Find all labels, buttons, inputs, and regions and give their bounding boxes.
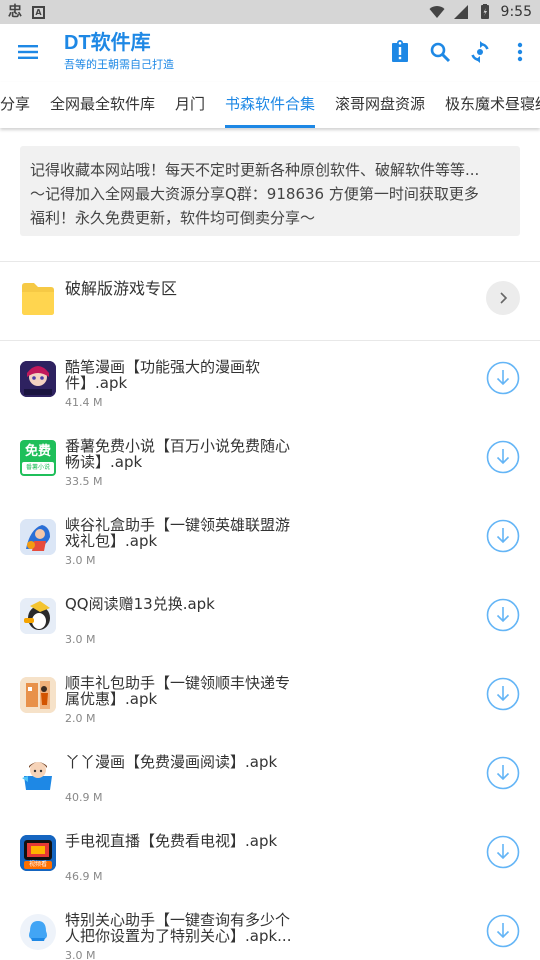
- file-name: 手电视直播【免费看电视】.apk: [65, 833, 315, 849]
- tab-label: 滚哥网盘资源: [335, 95, 426, 113]
- folder-icon: [22, 283, 54, 315]
- refresh-icon: [471, 41, 489, 63]
- file-name: 酷笔漫画【功能强大的漫画软 件】.apk: [65, 359, 315, 391]
- tab-label: 书森软件合集: [225, 95, 316, 113]
- tab-yuemen[interactable]: 月门: [175, 82, 205, 128]
- tab-label: 月门: [175, 95, 206, 113]
- signal-icon: [453, 5, 468, 19]
- file-name-line: 顺丰礼包助手【一键领顺丰快递专: [65, 674, 291, 692]
- file-name: 顺丰礼包助手【一键领顺丰快递专 属优惠】.apk: [65, 675, 315, 707]
- icon-caption: 免费: [24, 444, 51, 459]
- file-name-line: 属优惠】.apk: [65, 690, 158, 708]
- download-icon[interactable]: [486, 519, 520, 553]
- search-icon: [430, 42, 451, 63]
- app-bar: DT软件库 吾等的王朝需自己打造: [0, 24, 540, 82]
- yaya-comic-app-icon: [20, 756, 56, 792]
- file-row[interactable]: 特别关心助手【一键查询有多少个 人把你设置为了特别关心】.apk... 3.0 …: [0, 894, 540, 960]
- file-name-line: 件】.apk: [65, 374, 128, 392]
- file-name: 峡谷礼盒助手【一键领英雄联盟游 戏礼包】.apk: [65, 517, 315, 549]
- more-button[interactable]: [506, 38, 534, 66]
- file-name-line: 戏礼包】.apk: [65, 532, 158, 550]
- tab-all-software[interactable]: 全网最全软件库: [50, 82, 155, 128]
- file-name-line: QQ阅读赠13兑换.apk: [65, 595, 215, 613]
- app-title: DT软件库: [64, 32, 151, 54]
- notice-line: ～记得加入全网最大资源分享Q群：918636 方便第一时间获取更多: [30, 185, 479, 203]
- file-name: QQ阅读赠13兑换.apk: [65, 596, 315, 612]
- file-name-line: 特别关心助手【一键查询有多少个: [65, 911, 291, 929]
- file-name-line: 酷笔漫画【功能强大的漫画软: [65, 358, 261, 376]
- tab-label: 全网最全软件库: [50, 95, 156, 113]
- file-size: 3.0 M: [65, 633, 96, 646]
- file-size: 2.0 M: [65, 712, 96, 725]
- qq-care-app-icon: [20, 914, 56, 950]
- tab-share[interactable]: 分享: [0, 82, 30, 128]
- folder-row[interactable]: 破解版游戏专区: [0, 262, 540, 340]
- tab-gunge[interactable]: 滚哥网盘资源: [335, 82, 425, 128]
- file-size: 40.9 M: [65, 791, 103, 804]
- more-icon: [517, 42, 523, 62]
- file-row[interactable]: 峡谷礼盒助手【一键领英雄联盟游 戏礼包】.apk 3.0 M: [0, 499, 540, 578]
- download-icon[interactable]: [486, 835, 520, 869]
- file-row[interactable]: QQ阅读赠13兑换.apk 3.0 M: [0, 578, 540, 657]
- file-name-line: 畅读】.apk: [65, 453, 143, 471]
- tab-bar: 分享 全网最全软件库 月门 书森软件合集 滚哥网盘资源 极东魔术昼寝结: [0, 82, 540, 128]
- novel-app-icon: 免费 番薯小说: [20, 440, 56, 476]
- clock: 9:55: [500, 4, 532, 20]
- file-name: 特别关心助手【一键查询有多少个 人把你设置为了特别关心】.apk...: [65, 912, 315, 944]
- download-icon[interactable]: [486, 677, 520, 711]
- tv-live-app-icon: 视频看: [20, 835, 56, 871]
- game-gift-app-icon: [20, 519, 56, 555]
- file-name-line: 番薯免费小说【百万小说免费随心: [65, 437, 291, 455]
- notice-button[interactable]: [386, 38, 414, 66]
- notification-glyph: 忠: [8, 4, 22, 20]
- file-size: 46.9 M: [65, 870, 103, 883]
- tab-jidong[interactable]: 极东魔术昼寝结: [445, 82, 540, 128]
- notification-badge-icon: A: [32, 5, 45, 19]
- notice-line: 福利！永久免费更新，软件均可倒卖分享～: [30, 209, 316, 227]
- file-row[interactable]: 视频看 手电视直播【免费看电视】.apk 46.9 M: [0, 815, 540, 894]
- file-name-line: 人把你设置为了特别关心】.apk...: [65, 927, 292, 945]
- notice-icon: [392, 40, 408, 62]
- download-icon[interactable]: [486, 914, 520, 948]
- file-row[interactable]: 丫丫漫画【免费漫画阅读】.apk 40.9 M: [0, 736, 540, 815]
- chevron-right-icon: [500, 292, 508, 304]
- active-tab-indicator: [225, 125, 316, 128]
- notice-line: 记得收藏本网站哦！每天不定时更新各种原创软件、破解软件等等...: [30, 161, 480, 179]
- sf-gift-app-icon: [20, 677, 56, 713]
- refresh-button[interactable]: [466, 38, 494, 66]
- download-icon[interactable]: [486, 440, 520, 474]
- file-size: 33.5 M: [65, 475, 103, 488]
- folder-open-button[interactable]: [486, 281, 520, 315]
- search-button[interactable]: [426, 38, 454, 66]
- file-name: 番薯免费小说【百万小说免费随心 畅读】.apk: [65, 438, 315, 470]
- folder-name: 破解版游戏专区: [65, 279, 178, 298]
- file-size: 41.4 M: [65, 396, 103, 409]
- qq-reader-app-icon: [20, 598, 56, 634]
- file-row[interactable]: 免费 番薯小说 番薯免费小说【百万小说免费随心 畅读】.apk 33.5 M: [0, 420, 540, 499]
- notice-card: 记得收藏本网站哦！每天不定时更新各种原创软件、破解软件等等... ～记得加入全网…: [20, 146, 520, 236]
- status-bar: 忠 A 9:55: [0, 0, 540, 24]
- comic-app-icon: [20, 361, 56, 397]
- app-subtitle: 吾等的王朝需自己打造: [64, 58, 174, 71]
- file-size: 3.0 M: [65, 554, 96, 567]
- icon-caption: 视频看: [24, 861, 52, 869]
- download-icon[interactable]: [486, 598, 520, 632]
- menu-icon[interactable]: [14, 38, 42, 66]
- file-row[interactable]: 酷笔漫画【功能强大的漫画软 件】.apk 41.4 M: [0, 341, 540, 420]
- tab-label: 极东魔术昼寝结: [445, 95, 540, 113]
- download-icon[interactable]: [486, 756, 520, 790]
- tab-label: 分享: [0, 95, 31, 113]
- file-name-line: 峡谷礼盒助手【一键领英雄联盟游: [65, 516, 291, 534]
- tab-shusen[interactable]: 书森软件合集: [225, 82, 316, 128]
- title-block: DT软件库 吾等的王朝需自己打造: [64, 30, 174, 73]
- file-name-line: 手电视直播【免费看电视】.apk: [65, 832, 278, 850]
- file-name-line: 丫丫漫画【免费漫画阅读】.apk: [65, 753, 278, 771]
- download-icon[interactable]: [486, 361, 520, 395]
- battery-icon: [480, 4, 489, 19]
- icon-subcaption: 番薯小说: [22, 462, 54, 474]
- file-name: 丫丫漫画【免费漫画阅读】.apk: [65, 754, 315, 770]
- file-size: 3.0 M: [65, 949, 96, 960]
- file-row[interactable]: 顺丰礼包助手【一键领顺丰快递专 属优惠】.apk 2.0 M: [0, 657, 540, 736]
- wifi-icon: [429, 6, 445, 18]
